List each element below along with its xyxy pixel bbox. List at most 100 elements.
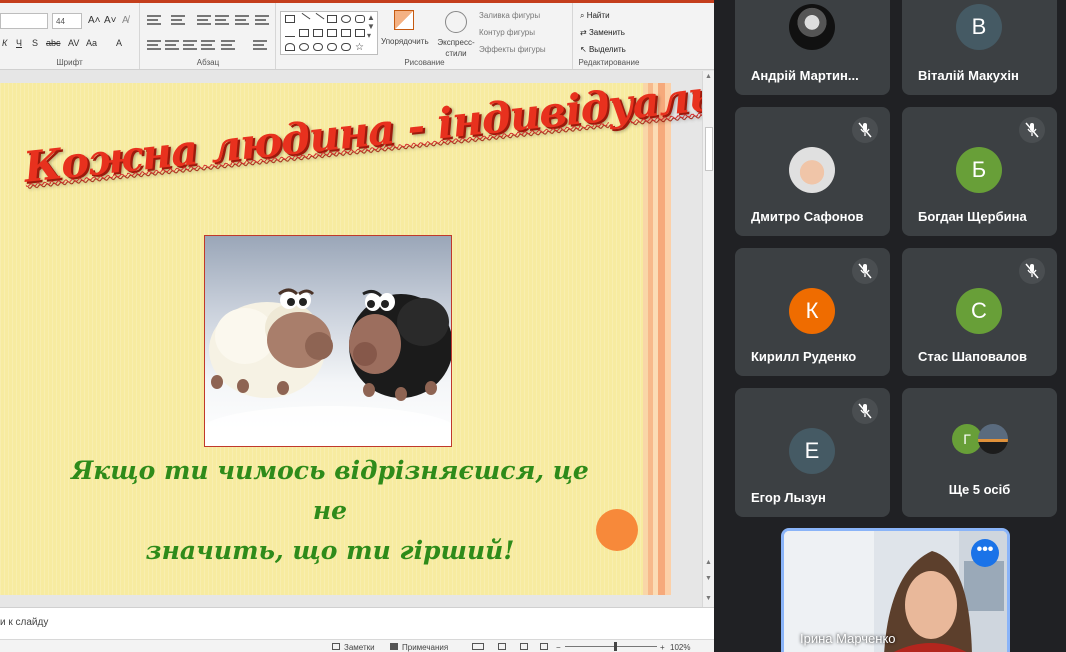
sheep-image[interactable] xyxy=(204,235,452,447)
align-left-icon[interactable] xyxy=(147,40,161,50)
slide-decorative-stripes xyxy=(643,83,671,595)
textbox-shape-icon[interactable] xyxy=(285,15,295,23)
comments-toggle[interactable]: Примечания xyxy=(402,643,448,652)
zoom-level[interactable]: 102% xyxy=(670,643,690,652)
participant-tile[interactable]: С Стас Шаповалов xyxy=(902,248,1057,376)
normal-view-icon[interactable] xyxy=(472,643,484,650)
bullets-icon[interactable] xyxy=(147,15,161,25)
decrease-indent-icon[interactable] xyxy=(197,15,211,25)
bracket-right-shape-icon[interactable] xyxy=(341,43,351,51)
zoom-slider-track[interactable] xyxy=(565,646,657,647)
rectangle-shape-icon[interactable] xyxy=(327,15,337,23)
smartart-icon[interactable] xyxy=(253,40,267,50)
participant-tile[interactable]: Дмитро Сафонов xyxy=(735,107,890,236)
arc-shape-icon[interactable] xyxy=(285,43,295,51)
italic-button[interactable]: К xyxy=(2,38,7,48)
shape-effects-label[interactable]: Эффекты фигуры xyxy=(479,45,546,54)
font-name-box[interactable] xyxy=(0,13,48,29)
participant-tile[interactable]: В Віталій Макухін xyxy=(902,0,1057,95)
participant-photo xyxy=(978,424,1008,454)
select-button[interactable]: ↖ Выделить xyxy=(580,45,626,54)
notes-pane[interactable]: и к слайду xyxy=(0,607,714,639)
strikethrough-button[interactable]: abc xyxy=(46,38,61,48)
justify-icon[interactable] xyxy=(201,40,215,50)
participant-tile[interactable]: Е Егор Лызун xyxy=(735,388,890,517)
notes-icon[interactable] xyxy=(332,643,340,650)
reading-view-icon[interactable] xyxy=(520,643,528,650)
connector-shape-icon[interactable] xyxy=(299,29,309,37)
shape-outline-label[interactable]: Контур фигуры xyxy=(479,28,535,37)
shapes-gallery[interactable]: ☆ xyxy=(280,11,378,55)
participant-photo xyxy=(789,4,835,50)
zoom-out-button[interactable]: − xyxy=(556,643,561,652)
find-button[interactable]: ⌕ Найти xyxy=(580,11,610,21)
rounded-rect-shape-icon[interactable] xyxy=(355,15,365,23)
comments-icon[interactable] xyxy=(390,643,398,650)
spacing-button[interactable]: AV xyxy=(68,38,79,48)
arrange-label[interactable]: Упорядочить xyxy=(381,37,429,46)
slide-caption[interactable]: Якщо ти чимось відрізняєшся, це не значи… xyxy=(60,451,600,571)
vertical-scrollbar[interactable]: ▲ ▲ ▼ ▼ xyxy=(702,71,714,607)
flowchart-shape-icon[interactable] xyxy=(355,29,365,37)
grow-font-button[interactable]: A˄ xyxy=(88,15,101,26)
clear-format-icon[interactable]: A̸ xyxy=(122,15,129,26)
scrollbar-thumb[interactable] xyxy=(705,127,713,171)
participant-tile[interactable]: К Кирилл Руденко xyxy=(735,248,890,376)
star-shape-icon[interactable]: ☆ xyxy=(355,42,364,53)
more-options-button[interactable]: ••• xyxy=(971,539,999,567)
shape-fill-label[interactable]: Заливка фигуры xyxy=(479,11,540,20)
notes-toggle[interactable]: Заметки xyxy=(344,643,375,652)
ribbon: 44 A˄ A˅ A̸ К Ч S abc AV Aa A Шрифт Абза… xyxy=(0,0,714,70)
triangle-shape-icon[interactable] xyxy=(285,29,295,37)
more-participants-tile[interactable]: Г Ще 5 осіб xyxy=(902,388,1057,517)
participant-avatar: Е xyxy=(789,428,835,474)
elbow-shape-icon[interactable] xyxy=(313,29,323,37)
participant-avatar: К xyxy=(789,288,835,334)
self-view-tile[interactable]: ••• Ірина Марченко xyxy=(781,528,1010,652)
font-color-button[interactable]: A xyxy=(116,38,122,48)
drawing-group-label: Рисование xyxy=(404,58,445,67)
text-direction-icon[interactable] xyxy=(255,15,269,25)
more-participants-label: Ще 5 осіб xyxy=(948,482,1011,497)
slide-title[interactable]: Кожна людина - індивідуальна xyxy=(21,65,714,192)
status-bar: Заметки Примечания − + 102% xyxy=(0,639,714,652)
scroll-down-icon[interactable]: ▼ xyxy=(705,595,712,602)
columns-icon[interactable] xyxy=(221,40,235,50)
replace-button[interactable]: ⇄ Заменить xyxy=(580,28,625,37)
participant-tile[interactable]: Андрій Мартин... xyxy=(735,0,890,95)
slide-sorter-icon[interactable] xyxy=(498,643,506,650)
change-case-button[interactable]: Aa xyxy=(86,38,97,48)
numbering-icon[interactable] xyxy=(171,15,185,25)
align-center-icon[interactable] xyxy=(165,40,179,50)
quick-styles-icon[interactable] xyxy=(445,11,467,33)
increase-indent-icon[interactable] xyxy=(215,15,229,25)
font-group: 44 A˄ A˅ A̸ К Ч S abc AV Aa A Шрифт xyxy=(0,3,140,69)
arrow-shape-icon[interactable] xyxy=(311,12,325,26)
shadow-button[interactable]: S xyxy=(32,38,38,48)
gallery-more-icon[interactable]: ▲ ▼ ▾ xyxy=(367,13,375,40)
oval-shape-icon[interactable] xyxy=(341,15,351,23)
bracket-shape-icon[interactable] xyxy=(327,43,337,51)
line-shape-icon[interactable] xyxy=(297,12,311,26)
slideshow-icon[interactable] xyxy=(540,643,548,650)
align-right-icon[interactable] xyxy=(183,40,197,50)
curve-shape-icon[interactable] xyxy=(299,43,309,51)
zoom-in-button[interactable]: + xyxy=(660,643,665,652)
underline-button[interactable]: Ч xyxy=(16,38,22,48)
arrow-down-shape-icon[interactable] xyxy=(341,29,351,37)
zoom-slider-thumb[interactable] xyxy=(614,642,617,651)
mic-off-icon xyxy=(852,258,878,284)
arrange-icon[interactable] xyxy=(394,10,414,30)
font-size-box[interactable]: 44 xyxy=(52,13,82,29)
arrow-right-shape-icon[interactable] xyxy=(327,29,337,37)
slide-canvas[interactable]: Кожна людина - індивідуальна Якщо ти чим… xyxy=(0,65,714,595)
line-spacing-icon[interactable] xyxy=(235,15,249,25)
shrink-font-button[interactable]: A˅ xyxy=(104,15,117,26)
brace-shape-icon[interactable] xyxy=(313,43,323,51)
quick-styles-label[interactable]: Экспресс-стили xyxy=(433,37,479,59)
participant-name: Андрій Мартин... xyxy=(751,68,859,83)
scroll-up-icon[interactable]: ▲ xyxy=(705,73,712,80)
participant-tile[interactable]: Б Богдан Щербина xyxy=(902,107,1057,236)
prev-slide-icon[interactable]: ▲ xyxy=(705,559,712,566)
next-slide-icon[interactable]: ▼ xyxy=(705,575,712,582)
